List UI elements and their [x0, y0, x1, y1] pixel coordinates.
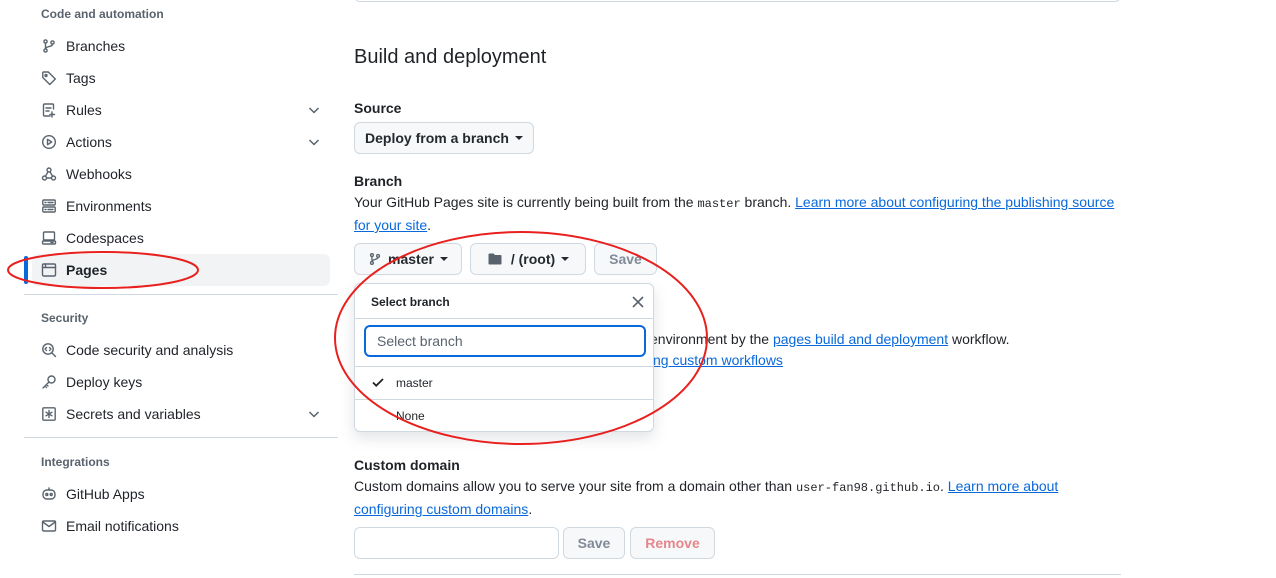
sidebar-item-label: Deploy keys: [66, 374, 143, 390]
custom-domain-code: user-fan98.github.io: [795, 481, 941, 495]
section-divider: [354, 574, 1121, 575]
custom-text: .: [940, 478, 948, 494]
select-branch-dropdown: Select branch master None: [354, 283, 654, 432]
branch-code: master: [697, 197, 741, 211]
sidebar-item-pages[interactable]: Pages: [32, 254, 330, 286]
custom-domain-save-label: Save: [577, 535, 611, 551]
browser-icon: [40, 261, 58, 279]
sidebar-item-environments[interactable]: Environments: [32, 190, 330, 222]
sidebar-item-label: Codespaces: [66, 230, 144, 246]
source-select-label: Deploy from a branch: [365, 130, 509, 146]
sidebar-item-label: Branches: [66, 38, 126, 54]
branch-text: branch.: [740, 194, 796, 210]
sidebar-item-tags[interactable]: Tags: [32, 62, 330, 94]
key-icon: [40, 373, 58, 391]
custom-domain-save-button[interactable]: Save: [563, 527, 625, 559]
branch-icon: [368, 252, 382, 266]
branch-text: .: [427, 217, 432, 233]
sidebar-item-branches[interactable]: Branches: [32, 30, 330, 62]
custom-domain-description: Custom domains allow you to serve your s…: [354, 476, 1124, 520]
tag-icon: [40, 69, 58, 87]
branch-label: Branch: [354, 173, 403, 189]
workflow-text: workflow.: [948, 331, 1010, 347]
sidebar-item-github-apps[interactable]: GitHub Apps: [32, 478, 330, 510]
sidebar-heading-code-automation: Code and automation: [41, 7, 164, 21]
webhook-icon: [40, 165, 58, 183]
dropdown-option-label: None: [396, 409, 425, 423]
sidebar-heading-security: Security: [41, 311, 89, 325]
check-icon: [371, 375, 387, 391]
folder-icon: [487, 251, 503, 267]
folder-select-button[interactable]: / (root): [470, 243, 586, 275]
sidebar-item-label: Environments: [66, 198, 152, 214]
caret-down-icon: [514, 136, 523, 140]
dropdown-option-none[interactable]: None: [355, 400, 653, 431]
folder-select-label: / (root): [510, 251, 556, 267]
mail-icon: [40, 517, 58, 535]
custom-text: .: [528, 501, 533, 517]
caret-down-icon: [439, 257, 448, 261]
sidebar-item-label: GitHub Apps: [66, 486, 145, 502]
dropdown-option-master[interactable]: master: [355, 367, 653, 399]
sidebar-item-label: Code security and analysis: [66, 342, 234, 358]
sidebar-item-label: Webhooks: [66, 166, 132, 182]
check-placeholder: [371, 408, 387, 424]
branch-description: Your GitHub Pages site is currently bein…: [354, 192, 1124, 236]
chevron-down-icon[interactable]: [306, 102, 322, 118]
source-select-button[interactable]: Deploy from a branch: [354, 122, 534, 154]
sidebar-heading-integrations: Integrations: [41, 455, 110, 469]
caret-down-icon: [561, 257, 570, 261]
sidebar-item-label: Pages: [66, 262, 108, 278]
build-deployment-heading: Build and deployment: [354, 46, 547, 68]
sidebar-item-email-notifications[interactable]: Email notifications: [32, 510, 330, 542]
branch-text: Your GitHub Pages site is currently bein…: [354, 194, 698, 210]
active-indicator: [24, 256, 28, 284]
custom-domain-input[interactable]: [354, 527, 559, 559]
close-icon[interactable]: [628, 292, 648, 312]
rules-icon: [40, 101, 58, 119]
codescan-icon: [40, 341, 58, 359]
sidebar-item-label: Actions: [66, 134, 112, 150]
workflow-description: environment by the pages build and deplo…: [650, 329, 1070, 350]
branch-icon: [40, 37, 58, 55]
branch-select-button[interactable]: master: [354, 243, 462, 275]
sidebar-divider: [24, 437, 338, 438]
sidebar-item-deploy-keys[interactable]: Deploy keys: [32, 366, 330, 398]
asterisk-icon: [40, 405, 58, 423]
previous-section-box: [354, 0, 1121, 2]
codespaces-icon: [40, 229, 58, 247]
dropdown-divider: [355, 318, 653, 319]
custom-workflows-link[interactable]: ng custom workflows: [653, 352, 783, 368]
chevron-down-icon[interactable]: [306, 134, 322, 150]
sidebar-item-label: Email notifications: [66, 518, 179, 534]
branch-save-button[interactable]: Save: [594, 243, 657, 275]
custom-domain-label: Custom domain: [354, 457, 460, 473]
sidebar-item-rules[interactable]: Rules: [32, 94, 330, 126]
branch-save-label: Save: [609, 251, 642, 267]
sidebar-item-label: Rules: [66, 102, 102, 118]
custom-domain-remove-label: Remove: [645, 535, 700, 551]
chevron-down-icon[interactable]: [306, 406, 322, 422]
custom-workflows-line: ng custom workflows: [653, 350, 953, 371]
dropdown-title: Select branch: [371, 295, 450, 309]
pages-workflow-link[interactable]: pages build and deployment: [773, 331, 948, 347]
sidebar-item-secrets[interactable]: Secrets and variables: [32, 398, 330, 430]
dropdown-option-label: master: [396, 376, 433, 390]
server-icon: [40, 197, 58, 215]
branch-select-label: master: [388, 251, 434, 267]
custom-text: Custom domains allow you to serve your s…: [354, 478, 796, 494]
sidebar-item-code-security[interactable]: Code security and analysis: [32, 334, 330, 366]
sidebar-item-label: Secrets and variables: [66, 406, 201, 422]
source-label: Source: [354, 100, 402, 116]
play-icon: [40, 133, 58, 151]
apps-icon: [40, 485, 58, 503]
sidebar-item-codespaces[interactable]: Codespaces: [32, 222, 330, 254]
custom-domain-remove-button[interactable]: Remove: [630, 527, 715, 559]
sidebar-item-label: Tags: [66, 70, 96, 86]
sidebar-divider: [24, 294, 338, 295]
workflow-text: environment by the: [650, 331, 773, 347]
sidebar-item-webhooks[interactable]: Webhooks: [32, 158, 330, 190]
sidebar-item-actions[interactable]: Actions: [32, 126, 330, 158]
branch-search-input[interactable]: [364, 325, 646, 357]
